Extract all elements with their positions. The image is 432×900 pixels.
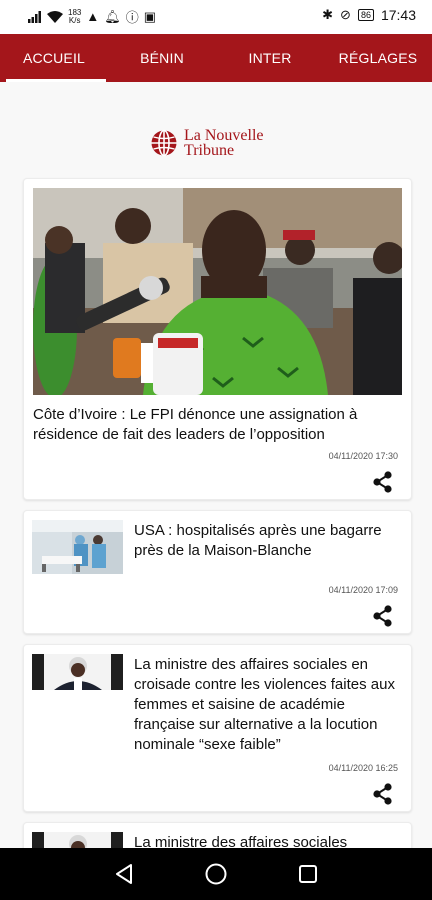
article-title[interactable]: Côte d’Ivoire : Le FPI dénonce une assig… [33,405,399,445]
brand-name: La Nouvelle Tribune [184,127,264,159]
brand-logo: La Nouvelle Tribune [150,123,290,163]
brand-name-line1: La Nouvelle [184,127,264,144]
share-icon[interactable] [373,605,393,627]
notification-bell-icon: 🔔︎ [104,8,121,24]
article-card-featured[interactable]: Côte d’Ivoire : Le FPI dénonce une assig… [23,178,412,500]
home-circle-icon [205,863,227,885]
home-button[interactable] [176,848,256,900]
article-thumbnail-photo [32,654,123,690]
status-bar: 183 K/s ▲ 🔔︎ ⓘ ▣ ✱ ⊘ 86 17:43 [0,0,432,34]
cell-signal-icon [28,10,41,23]
article-thumbnail-photo [32,832,123,848]
recents-button[interactable] [268,848,348,900]
brand-name-line2: Tribune [184,142,235,159]
network-speed: 183 K/s [68,8,81,25]
info-icon: ⓘ [125,10,139,25]
article-card[interactable]: La ministre des affaires sociales [23,822,412,848]
share-icon[interactable] [373,783,393,805]
notification-bird-icon: ▲ [86,9,100,24]
article-title[interactable]: La ministre des affaires sociales en cro… [134,655,402,755]
article-card[interactable]: USA : hospitalisés après une bagarre prè… [23,510,412,634]
clock: 17:43 [380,7,416,23]
network-speed-unit: K/s [68,15,81,25]
globe-icon [151,129,177,157]
status-left-group: 183 K/s ▲ 🔔︎ ⓘ ▣ [28,7,156,26]
article-thumbnail-photo [32,520,123,574]
back-triangle-icon [116,864,132,884]
article-card[interactable]: La ministre des affaires sociales en cro… [23,644,412,812]
tab-inter[interactable]: INTER [216,34,324,82]
image-icon: ▣ [143,8,157,24]
article-thumbnail[interactable] [32,832,123,848]
article-image[interactable] [33,188,402,395]
news-feed[interactable]: La Nouvelle Tribune Côte d’Ivoire: Le F… [0,82,432,848]
wifi-icon [47,10,63,23]
article-date: 04/11/2020 16:25 [328,763,398,773]
status-right-group: ✱ ⊘ 86 17:43 [322,7,416,23]
tab-benin[interactable]: BÉNIN [108,34,216,82]
article-date: 04/11/2020 17:09 [328,585,398,595]
tab-accueil[interactable]: ACCUEIL [0,34,108,82]
battery-icon: 86 [357,9,374,21]
article-photo [33,188,402,395]
tab-reglages[interactable]: RÉGLAGES [324,34,432,82]
recents-square-icon [299,865,317,883]
category-tabbar: ACCUEIL BÉNIN INTER RÉGLAGES [0,34,432,82]
silent-icon: ⊘ [340,7,351,22]
article-title[interactable]: USA : hospitalisés après une bagarre prè… [134,521,402,561]
system-navigation-bar [0,848,432,900]
article-thumbnail[interactable] [32,654,123,690]
share-icon[interactable] [373,471,393,493]
bluetooth-icon: ✱ [322,7,334,22]
back-button[interactable] [84,848,164,900]
article-date: 04/11/2020 17:30 [328,451,398,461]
article-thumbnail[interactable] [32,520,123,574]
article-title[interactable]: La ministre des affaires sociales [134,833,402,848]
